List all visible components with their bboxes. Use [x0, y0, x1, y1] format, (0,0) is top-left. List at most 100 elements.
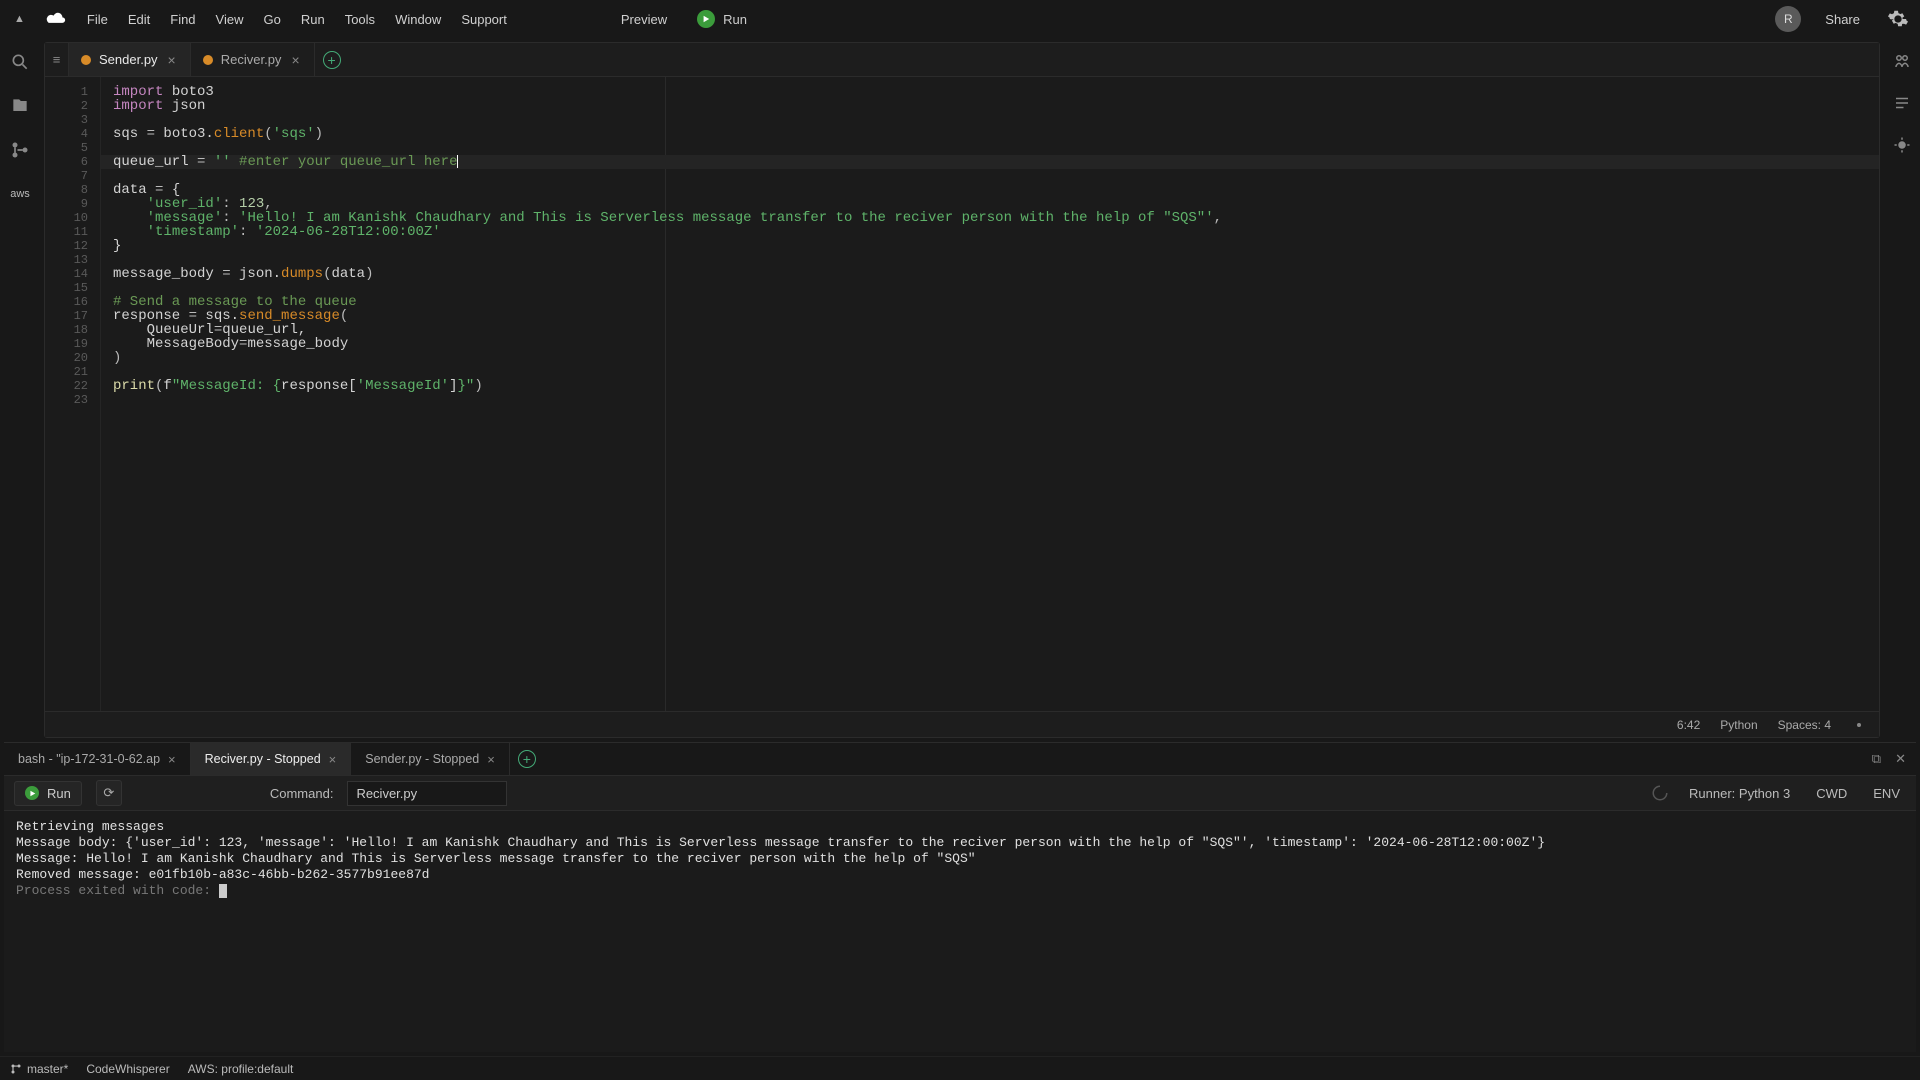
panel-toolbar: Run ⟳ Command: Runner: Python 3 CWD ENV [4, 775, 1916, 811]
share-button[interactable]: Share [1815, 6, 1870, 33]
panel-popout-icon[interactable]: ⧉ [1872, 751, 1881, 767]
cloud9-logo-icon[interactable] [45, 10, 67, 28]
code-line[interactable]: QueueUrl=queue_url, [113, 323, 1879, 337]
code-line[interactable] [113, 169, 1879, 183]
code-line[interactable] [113, 281, 1879, 295]
code-line[interactable]: MessageBody=message_body [113, 337, 1879, 351]
aws-profile-status[interactable]: AWS: profile:default [188, 1062, 294, 1076]
close-icon[interactable]: × [487, 752, 495, 767]
spinner-icon [1651, 784, 1669, 802]
code-line[interactable] [113, 393, 1879, 407]
cwd-button[interactable]: CWD [1810, 784, 1853, 803]
preview-button[interactable]: Preview [611, 6, 677, 33]
panel-run-label: Run [47, 786, 71, 801]
code-line[interactable]: ) [113, 351, 1879, 365]
panel-close-icon[interactable]: ✕ [1895, 751, 1906, 767]
debug-icon[interactable] [1893, 136, 1911, 154]
menu-item-file[interactable]: File [77, 6, 118, 33]
code-line[interactable] [113, 365, 1879, 379]
tab-sender-py[interactable]: Sender.py× [69, 43, 191, 76]
cursor-position: 6:42 [1677, 718, 1700, 732]
code-line[interactable]: data = { [113, 183, 1879, 197]
code-line[interactable]: queue_url = '' #enter your queue_url her… [101, 155, 1879, 169]
codewhisperer-status[interactable]: CodeWhisperer [86, 1062, 169, 1076]
menu-item-tools[interactable]: Tools [335, 6, 385, 33]
code-line[interactable] [113, 253, 1879, 267]
search-icon[interactable] [10, 52, 30, 72]
menu-bar: ▲ FileEditFindViewGoRunToolsWindowSuppor… [0, 0, 1920, 38]
menu-item-edit[interactable]: Edit [118, 6, 160, 33]
code-line[interactable]: } [113, 239, 1879, 253]
code-line[interactable] [113, 113, 1879, 127]
editor-area: ≡ Sender.py×Reciver.py× + 12345678910111… [44, 42, 1880, 738]
close-icon[interactable]: × [329, 752, 337, 767]
code-content[interactable]: import boto3import json sqs = boto3.clien… [101, 77, 1879, 711]
indent-mode[interactable]: Spaces: 4 [1778, 718, 1831, 732]
collaborate-icon[interactable] [1893, 52, 1911, 70]
code-editor[interactable]: 1234567891011121314151617181920212223 im… [45, 77, 1879, 711]
menu-item-support[interactable]: Support [451, 6, 517, 33]
close-icon[interactable]: × [168, 752, 176, 767]
activity-bar: aws [0, 38, 40, 742]
panel-run-button[interactable]: Run [14, 781, 82, 806]
panel-tab-label: bash - "ip-172-31-0-62.ap [18, 752, 160, 766]
panel-tab-bash-ip-172-31-0-62-ap[interactable]: bash - "ip-172-31-0-62.ap × [4, 743, 191, 775]
file-dirty-icon [81, 55, 91, 65]
panel-tab-label: Reciver.py - Stopped [205, 752, 321, 766]
editor-tab-row: ≡ Sender.py×Reciver.py× + [45, 43, 1879, 77]
code-line[interactable]: 'message': 'Hello! I am Kanishk Chaudhar… [113, 211, 1879, 225]
code-line[interactable]: import boto3 [113, 85, 1879, 99]
outline-icon[interactable] [1893, 94, 1911, 112]
language-mode[interactable]: Python [1720, 718, 1757, 732]
env-button[interactable]: ENV [1867, 784, 1906, 803]
code-line[interactable]: sqs = boto3.client('sqs') [113, 127, 1879, 141]
menu-item-find[interactable]: Find [160, 6, 205, 33]
code-line[interactable]: 'user_id': 123, [113, 197, 1879, 211]
line-gutter: 1234567891011121314151617181920212223 [45, 77, 101, 711]
menu-item-view[interactable]: View [206, 6, 254, 33]
editor-status-bar: 6:42 Python Spaces: 4 [45, 711, 1879, 737]
aws-icon[interactable]: aws [10, 184, 30, 204]
reload-icon[interactable]: ⟳ [96, 780, 122, 806]
code-line[interactable]: import json [113, 99, 1879, 113]
plus-icon: + [518, 750, 536, 768]
new-tab-button[interactable]: + [315, 43, 349, 76]
main-area: aws ≡ Sender.py×Reciver.py× + 1234567891… [0, 38, 1920, 742]
panel-new-tab-button[interactable]: + [510, 743, 544, 775]
menu-item-window[interactable]: Window [385, 6, 451, 33]
branch-icon [10, 1063, 22, 1075]
branch-name: master* [27, 1062, 68, 1076]
panel-tab-sender-py-stopped[interactable]: Sender.py - Stopped × [351, 743, 510, 775]
command-input[interactable] [347, 781, 507, 806]
play-icon [25, 786, 39, 800]
code-line[interactable]: response = sqs.send_message( [113, 309, 1879, 323]
panel-tab-reciver-py-stopped[interactable]: Reciver.py - Stopped × [191, 743, 352, 775]
code-line[interactable]: # Send a message to the queue [113, 295, 1879, 309]
runner-select[interactable]: Runner: Python 3 [1683, 784, 1796, 803]
source-control-icon[interactable] [10, 140, 30, 160]
panel-tab-label: Sender.py - Stopped [365, 752, 479, 766]
git-branch[interactable]: master* [10, 1062, 68, 1076]
console-output[interactable]: Retrieving messagesMessage body: {'user_… [4, 811, 1916, 1052]
plus-icon: + [323, 51, 341, 69]
menu-item-go[interactable]: Go [254, 6, 291, 33]
close-icon[interactable]: × [166, 52, 178, 68]
run-button[interactable]: Run [697, 10, 747, 28]
code-line[interactable]: message_body = json.dumps(data) [113, 267, 1879, 281]
tab-menu-icon[interactable]: ≡ [45, 43, 69, 76]
tab-reciver-py[interactable]: Reciver.py× [191, 43, 315, 76]
code-line[interactable] [113, 141, 1879, 155]
code-line[interactable]: 'timestamp': '2024-06-28T12:00:00Z' [113, 225, 1879, 239]
editor-settings-icon[interactable] [1851, 717, 1867, 733]
menu-item-run[interactable]: Run [291, 6, 335, 33]
code-line[interactable]: print(f"MessageId: {response['MessageId'… [113, 379, 1879, 393]
close-icon[interactable]: × [289, 52, 301, 68]
files-icon[interactable] [10, 96, 30, 116]
avatar[interactable]: R [1775, 6, 1801, 32]
settings-gear-icon[interactable] [1884, 5, 1912, 33]
command-label: Command: [270, 786, 334, 801]
right-rail [1884, 38, 1920, 742]
status-bar: master* CodeWhisperer AWS: profile:defau… [0, 1056, 1920, 1080]
collapse-icon[interactable]: ▲ [8, 13, 31, 25]
run-label: Run [723, 12, 747, 27]
